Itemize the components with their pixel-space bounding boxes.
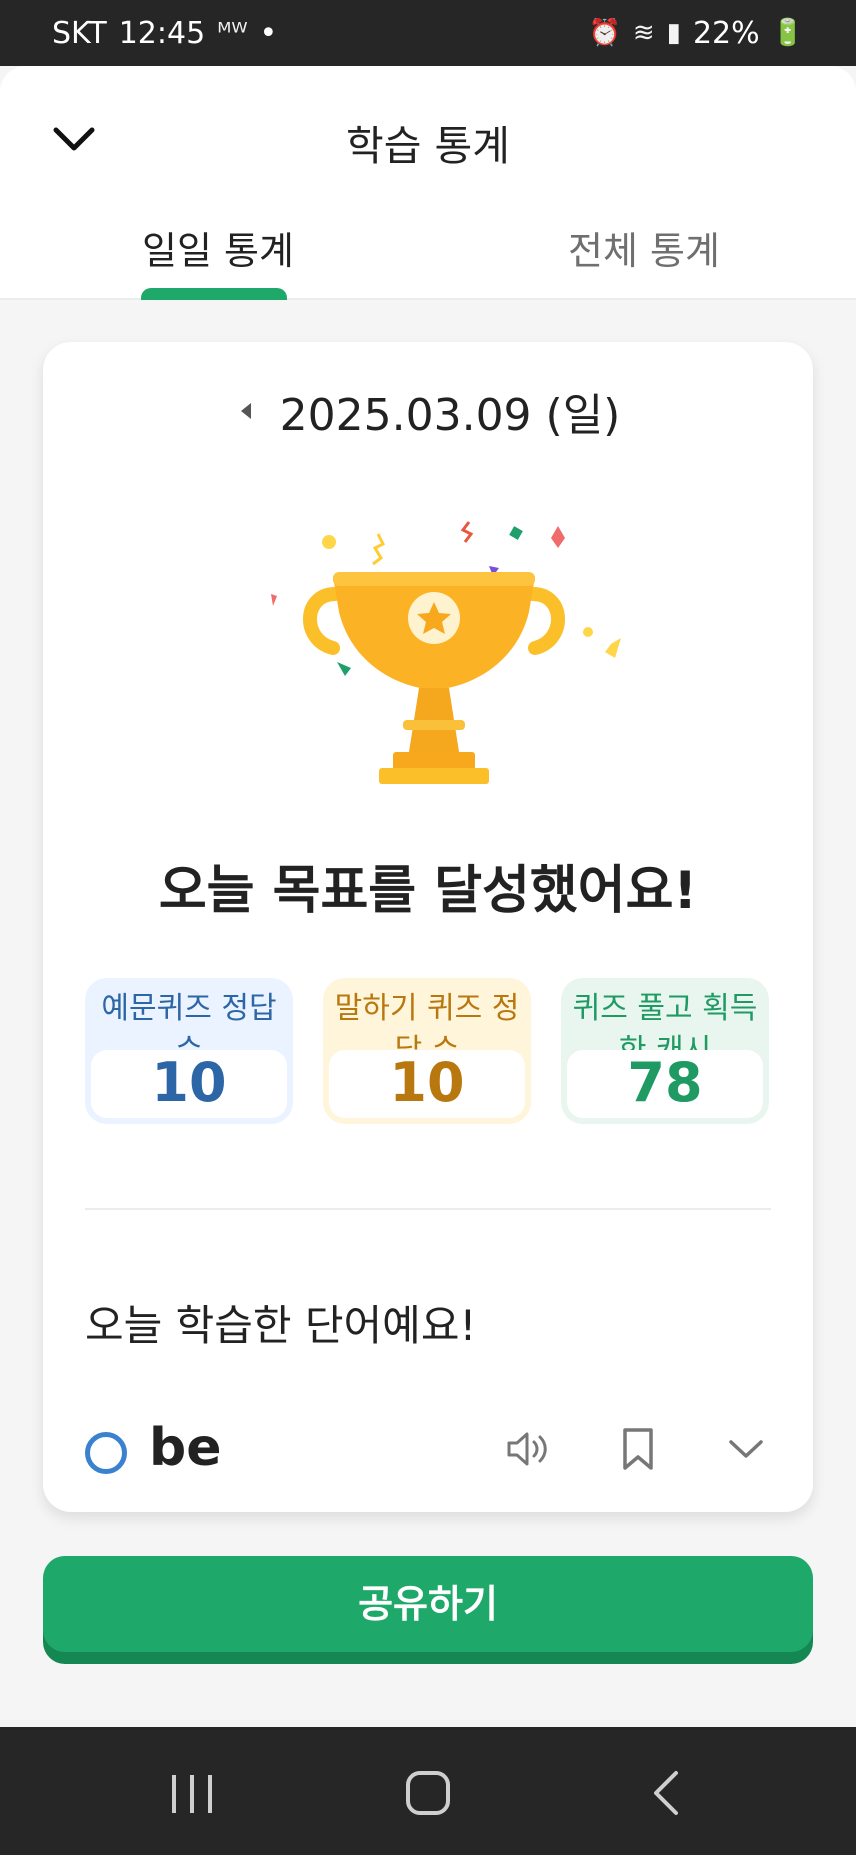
stat-inner: 10 — [91, 1050, 287, 1118]
divider — [85, 1208, 771, 1210]
active-tab-indicator — [141, 288, 287, 300]
stat-value: 10 — [151, 1051, 227, 1114]
chevron-down-icon[interactable] — [721, 1424, 771, 1474]
word-status-circle-icon[interactable] — [85, 1432, 127, 1474]
goal-achieved-message: 오늘 목표를 달성했어요! — [158, 861, 698, 921]
status-left: SKT 12:45 ᴹᵂ • — [52, 16, 277, 51]
back-icon[interactable] — [636, 1761, 700, 1825]
tab-bar: 일일 통계 전체 통계 — [0, 206, 856, 300]
header: 학습 통계 — [0, 66, 856, 206]
bookmark-icon[interactable] — [613, 1424, 663, 1474]
stat-inner: 10 — [329, 1050, 525, 1118]
learned-words-title: 오늘 학습한 단어예요! — [85, 1301, 477, 1350]
trophy-illustration — [223, 512, 683, 812]
carrier-text: SKT — [52, 15, 107, 51]
notification-icons: ᴹᵂ — [217, 18, 248, 48]
word-text: be — [149, 1418, 222, 1478]
tab-total-stats[interactable]: 전체 통계 — [568, 220, 720, 275]
stat-speaking-quiz: 말하기 퀴즈 정답 수 10 — [323, 978, 531, 1124]
time-text: 12:45 — [118, 15, 206, 51]
page-title: 학습 통계 — [346, 122, 510, 170]
tab-daily-stats[interactable]: 일일 통계 — [142, 220, 294, 275]
stat-inner: 78 — [567, 1050, 763, 1118]
top-sheet: 학습 통계 일일 통계 전체 통계 — [0, 66, 856, 300]
date-selector: 2025.03.09 (일) — [43, 376, 813, 446]
navigation-bar — [0, 1727, 856, 1855]
stat-earned-cash: 퀴즈 풀고 획득한 캐시 78 — [561, 978, 769, 1124]
stat-value: 10 — [389, 1051, 465, 1114]
dot-icon: • — [259, 15, 278, 51]
recent-apps-icon[interactable] — [160, 1761, 224, 1825]
battery-icon: 🔋 — [771, 18, 804, 48]
wifi-icon: ≋ — [632, 18, 655, 48]
stats-card: 2025.03.09 (일) 오늘 목표를 달성했어요! 예문퀴즈 정답 10 … — [43, 342, 813, 1512]
battery-text: 22% — [692, 15, 760, 51]
home-icon[interactable] — [396, 1761, 460, 1825]
signal-icon: ▮ — [666, 18, 681, 48]
prev-date-icon[interactable] — [236, 401, 256, 421]
daily-stats-row: 예문퀴즈 정답 수 10 말하기 퀴즈 정답 수 10 퀴즈 풀고 획득한 캐시… — [85, 978, 771, 1126]
status-right: ⏰ ≋ ▮ 22% 🔋 — [588, 16, 804, 51]
alarm-icon: ⏰ — [588, 18, 621, 48]
date-text: 2025.03.09 (일) — [279, 390, 621, 441]
speaker-icon[interactable] — [503, 1424, 553, 1474]
stat-example-quiz: 예문퀴즈 정답 수 10 — [85, 978, 293, 1124]
stat-value: 78 — [627, 1051, 703, 1114]
word-list-item[interactable]: be — [85, 1418, 771, 1498]
share-button[interactable]: 공유하기 — [43, 1556, 813, 1652]
status-bar: SKT 12:45 ᴹᵂ • ⏰ ≋ ▮ 22% 🔋 — [0, 0, 856, 66]
